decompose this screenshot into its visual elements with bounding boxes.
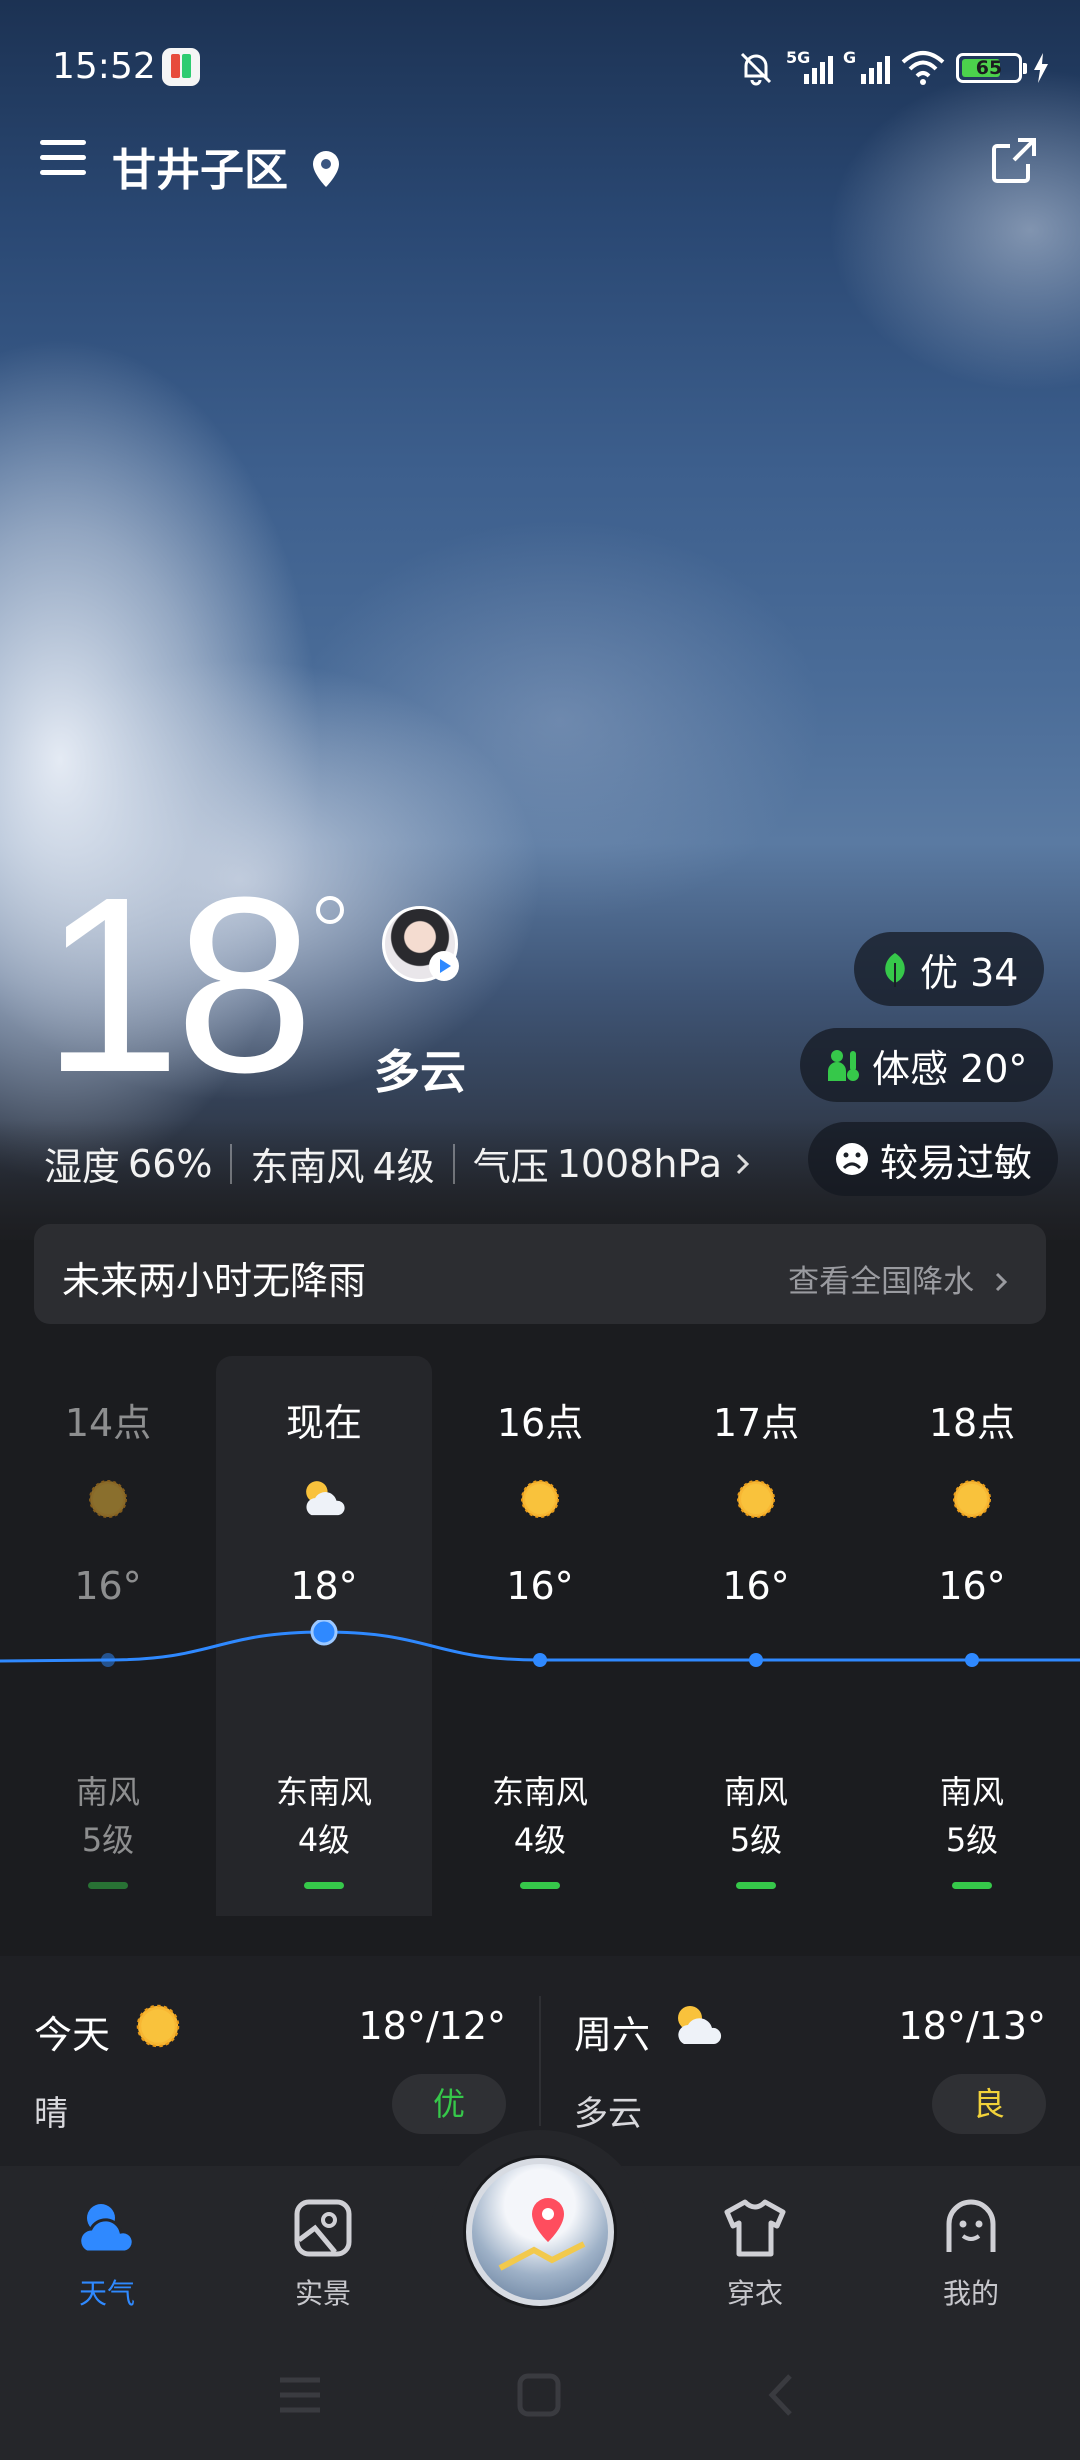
degree-symbol	[316, 896, 344, 924]
map-pin-icon	[498, 2198, 586, 2271]
nav-label: 穿衣	[726, 2277, 783, 2310]
partly-cloudy-icon	[299, 1474, 349, 1524]
hour-temperature: 18°	[290, 1564, 358, 1608]
chevron-right-icon	[995, 1272, 1008, 1292]
day-aqi-badge: 良	[932, 2074, 1046, 2134]
hour-label: 17点	[712, 1401, 800, 1445]
person-thermometer-icon	[828, 1050, 859, 1081]
profile-icon	[896, 2192, 1046, 2264]
nav-label: 实景	[294, 2277, 351, 2310]
national-rain-link[interactable]: 查看全国降水	[788, 1256, 1010, 1301]
nav-item-weather[interactable]: 天气	[32, 2192, 182, 2312]
allergy-badge[interactable]: 较易过敏	[808, 1122, 1059, 1196]
hour-label: 16点	[496, 1401, 584, 1445]
shirt-icon	[680, 2192, 830, 2264]
menu-icon[interactable]	[40, 140, 86, 180]
hour-label: 14点	[64, 1401, 152, 1445]
temperature-point	[533, 1653, 547, 1667]
hour-wind-direction: 南风	[939, 1773, 1004, 1811]
temperature-point	[310, 1620, 338, 1646]
sunny-icon	[515, 1474, 565, 1524]
app-notification-icon	[162, 48, 200, 86]
daily-item[interactable]: 周六 18°/13° 多云 良	[540, 1956, 1080, 2166]
photo-icon	[248, 2192, 398, 2264]
hour-wind-level: 4级	[513, 1821, 567, 1859]
hour-temperature: 16°	[938, 1564, 1006, 1608]
hour-wind-direction: 南风	[75, 1773, 140, 1811]
chevron-right-icon	[736, 1153, 750, 1174]
day-condition: 晴	[34, 2094, 68, 2134]
leaf-icon	[885, 953, 905, 987]
nav-item-profile[interactable]: 我的	[896, 2192, 1046, 2312]
share-icon[interactable]	[988, 134, 1040, 186]
wifi-icon	[901, 51, 945, 85]
nav-item-photo[interactable]: 实景	[248, 2192, 398, 2312]
day-temperature-range: 18°/12°	[358, 2004, 506, 2048]
mute-bell-icon	[740, 52, 772, 86]
avatar[interactable]	[382, 906, 459, 982]
temperature-point	[749, 1653, 763, 1667]
sunny-icon	[130, 1998, 186, 2054]
aqi-badge[interactable]: 优 34	[854, 932, 1045, 1006]
wind-level-bar	[736, 1882, 776, 1889]
hour-temperature: 16°	[506, 1564, 574, 1608]
hour-label: 18点	[928, 1401, 1016, 1445]
back-icon[interactable]	[768, 2374, 792, 2416]
humidity-value: 66%	[128, 1141, 213, 1186]
wind-level-bar	[88, 1882, 128, 1889]
weather-details-row[interactable]: 湿度 66% 东南风 4级 气压 1008hPa	[44, 1136, 754, 1191]
feels-like-badge[interactable]: 体感 20°	[800, 1028, 1054, 1102]
hour-wind-direction: 南风	[723, 1773, 788, 1811]
wind-level-bar	[952, 1882, 992, 1889]
day-aqi-badge: 优	[392, 2074, 506, 2134]
city-name[interactable]: 甘井子区	[112, 134, 343, 198]
day-label: 周六	[574, 2013, 651, 2057]
map-button[interactable]	[466, 2158, 614, 2306]
sunny-icon	[731, 1474, 781, 1524]
nav-item-shirt[interactable]: 穿衣	[680, 2192, 830, 2312]
charging-icon	[1034, 53, 1048, 83]
battery-icon: 65	[956, 53, 1027, 83]
current-temperature: 18	[42, 845, 314, 1124]
recent-apps-icon[interactable]	[280, 2377, 320, 2413]
hour-temperature: 16°	[74, 1564, 142, 1608]
status-time: 15:52	[52, 46, 156, 87]
weather-icon	[32, 2192, 182, 2264]
precipitation-card[interactable]: 未来两小时无降雨 查看全国降水	[34, 1224, 1046, 1324]
wind-value: 4级	[372, 1145, 435, 1189]
pressure-value: 1008hPa	[556, 1141, 722, 1186]
nav-label: 天气	[78, 2277, 135, 2310]
play-icon	[429, 951, 459, 981]
day-label: 今天	[34, 2013, 111, 2057]
status-bar: 15:52 5G G 65	[0, 40, 1080, 96]
day-condition: 多云	[574, 2094, 642, 2134]
hour-wind-direction: 东南风	[491, 1773, 588, 1811]
day-temperature-range: 18°/13°	[898, 2004, 1046, 2048]
current-condition: 多云	[374, 1045, 466, 1099]
daily-item[interactable]: 今天 18°/12° 晴 优	[0, 1956, 540, 2166]
hour-wind-direction: 东南风	[275, 1773, 372, 1811]
hour-wind-level: 5级	[81, 1821, 135, 1859]
home-icon[interactable]	[517, 2373, 561, 2417]
wind-level-bar	[304, 1882, 344, 1889]
hour-wind-level: 5级	[729, 1821, 783, 1859]
wind-level-bar	[520, 1882, 560, 1889]
rain-forecast-text: 未来两小时无降雨	[62, 1259, 367, 1303]
location-pin-icon	[313, 151, 340, 187]
temperature-point	[965, 1653, 979, 1667]
hour-label: 现在	[285, 1401, 362, 1445]
sunny-icon	[83, 1474, 133, 1524]
temperature-curve	[0, 1620, 1080, 1667]
sad-face-icon	[836, 1143, 868, 1175]
signal-5g-icon: 5G	[786, 48, 833, 84]
temperature-point	[101, 1653, 115, 1667]
nav-label: 我的	[942, 2277, 999, 2310]
hour-temperature: 16°	[722, 1564, 790, 1608]
partly-cloudy-icon	[670, 1998, 726, 2054]
signal-g-icon: G	[843, 48, 890, 84]
sunny-icon	[947, 1474, 997, 1524]
hour-wind-level: 4级	[297, 1821, 351, 1859]
hour-wind-level: 5级	[945, 1821, 999, 1859]
system-navigation-bar	[280, 2373, 792, 2417]
